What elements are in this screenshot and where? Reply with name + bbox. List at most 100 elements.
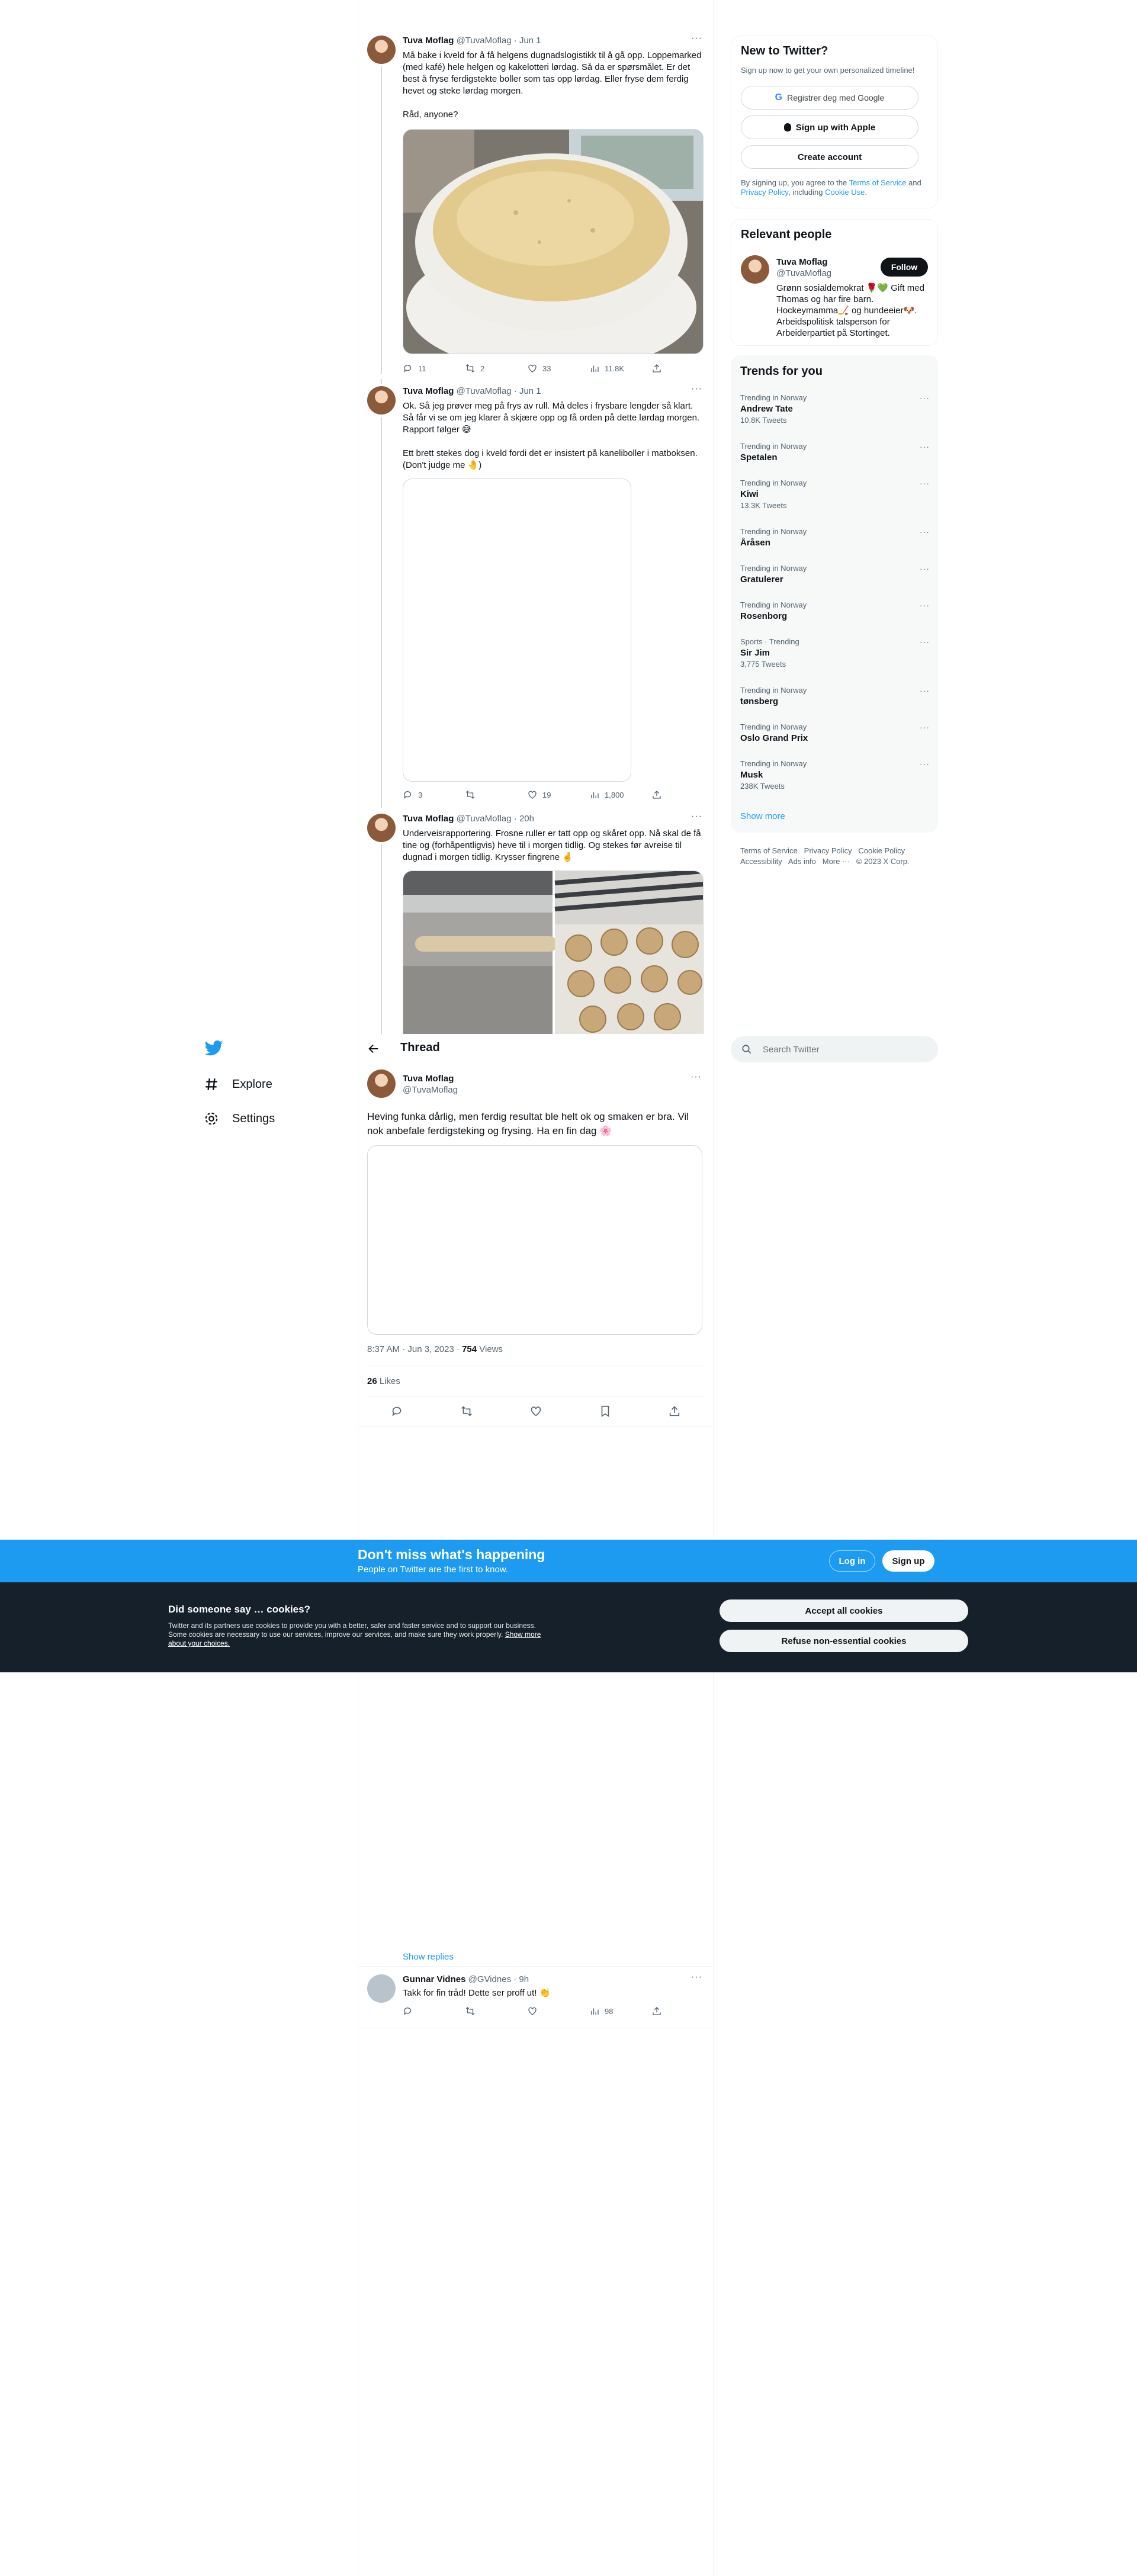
reply-tweet[interactable]: Gunnar Vidnes @GVidnes · 9h ··· Takk for…	[358, 1972, 713, 2022]
author-name[interactable]: Tuva Moflag	[403, 386, 454, 396]
like-button[interactable]	[527, 2005, 579, 2017]
create-account-button[interactable]: Create account	[741, 145, 918, 169]
author-name[interactable]: Gunnar Vidnes	[403, 1974, 465, 1984]
author-name[interactable]: Tuva Moflag	[403, 814, 454, 824]
trend-item[interactable]: Trending in Norway Spetalen ···	[740, 442, 930, 464]
more-icon[interactable]: ···	[691, 811, 702, 822]
accept-cookies-button[interactable]: Accept all cookies	[720, 1599, 968, 1622]
trend-item[interactable]: Trending in Norway tønsberg ···	[740, 686, 930, 708]
reply-icon[interactable]	[391, 1405, 404, 1418]
reply-button[interactable]: 3	[403, 789, 455, 801]
more-icon[interactable]: ···	[920, 442, 930, 451]
search-box[interactable]	[731, 1036, 938, 1062]
show-more-link[interactable]: Show more	[740, 811, 785, 821]
trend-item[interactable]: Sports · Trending Sir Jim 3,775 Tweets ···	[740, 637, 930, 669]
footer-cookie[interactable]: Cookie Policy	[858, 846, 905, 855]
tweet-time[interactable]: · Jun 1	[514, 386, 541, 396]
retweet-button[interactable]	[465, 789, 517, 801]
share-button[interactable]	[651, 2005, 663, 2017]
views-button[interactable]: 1,800	[589, 789, 641, 801]
trend-item[interactable]: Trending in Norway Åråsen ···	[740, 527, 930, 550]
author-handle[interactable]: @TuvaMoflag	[457, 814, 512, 824]
apple-signup-button[interactable]: Sign up with Apple	[741, 115, 918, 139]
likes-stat[interactable]: 26 Likes	[367, 1376, 400, 1386]
heart-icon[interactable]	[529, 1405, 542, 1418]
trend-item[interactable]: Trending in Norway Andrew Tate 10.8K Tweet…	[740, 393, 930, 425]
tweet-timestamp[interactable]: 8:37 AM · Jun 3, 2023 ·	[367, 1344, 462, 1354]
retweet-icon[interactable]	[460, 1405, 473, 1418]
nav-settings[interactable]: Settings	[204, 1111, 275, 1126]
tweet-photo-grid[interactable]	[403, 871, 704, 1034]
footer-privacy[interactable]: Privacy Policy	[804, 846, 852, 855]
share-button[interactable]	[651, 789, 663, 801]
login-button[interactable]: Log in	[829, 1550, 875, 1572]
trend-item[interactable]: Trending in Norway Kiwi 13.3K Tweets ···	[740, 478, 930, 510]
tweet-photo-dough-bowl[interactable]	[403, 129, 704, 354]
avatar[interactable]	[367, 1974, 396, 2003]
trend-item[interactable]: Trending in Norway Rosenborg ···	[740, 600, 930, 623]
cookie-use-link[interactable]: Cookie Use	[825, 188, 865, 197]
more-icon[interactable]: ···	[920, 527, 930, 537]
more-icon[interactable]: ···	[920, 393, 930, 403]
retweet-button[interactable]	[465, 2005, 517, 2017]
views-button[interactable]: 98	[589, 2005, 641, 2017]
avatar[interactable]	[367, 1069, 396, 1098]
author-handle[interactable]: @TuvaMoflag	[457, 386, 512, 396]
tweet-3[interactable]: Tuva Moflag @TuvaMoflag · 20h ··· Underv…	[358, 811, 713, 1034]
more-icon[interactable]: ···	[691, 384, 702, 394]
share-icon[interactable]	[668, 1405, 681, 1418]
more-icon[interactable]: ···	[920, 564, 930, 573]
avatar[interactable]	[367, 36, 396, 64]
back-arrow-icon[interactable]	[367, 1042, 381, 1055]
search-input[interactable]	[763, 1042, 923, 1056]
google-signup-button[interactable]: G Registrer deg med Google	[741, 86, 918, 110]
reply-button[interactable]	[403, 2005, 455, 2017]
footer-ads[interactable]: Ads info	[788, 857, 816, 866]
tweet-time[interactable]: · 9h	[513, 1974, 529, 1984]
avatar[interactable]	[367, 814, 396, 842]
more-icon[interactable]: ···	[920, 722, 930, 732]
tweet-1[interactable]: Tuva Moflag @TuvaMoflag · Jun 1 ··· Må b…	[358, 33, 713, 379]
avatar[interactable]	[741, 255, 769, 284]
more-icon[interactable]: ···	[920, 600, 930, 610]
views-button[interactable]: 11.8K	[589, 362, 641, 374]
tweet-media-placeholder[interactable]	[403, 478, 631, 782]
trend-item[interactable]: Trending in Norway Oslo Grand Prix ···	[740, 722, 930, 745]
more-icon[interactable]: ···	[690, 1072, 1126, 1083]
privacy-link[interactable]: Privacy Policy	[741, 188, 788, 197]
twitter-logo-icon[interactable]	[204, 1040, 224, 1058]
more-icon[interactable]: ···	[691, 33, 702, 44]
reply-button[interactable]: 11	[403, 362, 455, 374]
more-icon[interactable]: ···	[920, 478, 930, 488]
nav-explore[interactable]: Explore	[204, 1077, 272, 1092]
author-name[interactable]: Tuva Moflag	[403, 1073, 458, 1084]
like-button[interactable]: 33	[527, 362, 579, 374]
signup-button[interactable]: Sign up	[882, 1550, 934, 1572]
follow-button[interactable]: Follow	[881, 258, 928, 277]
more-icon[interactable]: ···	[691, 1972, 702, 1983]
trend-item[interactable]: Trending in Norway Gratulerer ···	[740, 564, 930, 586]
footer-terms[interactable]: Terms of Service	[740, 846, 798, 855]
retweet-button[interactable]: 2	[465, 362, 517, 374]
author-handle[interactable]: @GVidnes	[468, 1974, 512, 1984]
tweet-time[interactable]: · 20h	[514, 814, 534, 824]
main-tweet-media[interactable]	[367, 1145, 702, 1335]
more-icon[interactable]: ···	[920, 686, 930, 695]
trend-item[interactable]: Trending in Norway Musk 238K Tweets ···	[740, 759, 930, 791]
author-name[interactable]: Tuva Moflag	[403, 36, 454, 46]
author-handle[interactable]: @TuvaMoflag	[457, 36, 512, 46]
more-icon[interactable]: ···	[920, 759, 930, 769]
avatar[interactable]	[367, 386, 396, 415]
refuse-cookies-button[interactable]: Refuse non-essential cookies	[720, 1630, 968, 1652]
terms-link[interactable]: Terms of Service	[849, 178, 907, 187]
show-replies-link[interactable]: Show replies	[403, 1952, 454, 1962]
share-button[interactable]	[651, 362, 663, 374]
footer-accessibility[interactable]: Accessibility	[740, 857, 782, 866]
footer-more[interactable]: More ···	[823, 857, 850, 866]
tweet-time[interactable]: · Jun 1	[514, 36, 541, 46]
like-button[interactable]: 19	[527, 789, 579, 801]
bookmark-icon[interactable]	[599, 1405, 612, 1418]
more-icon[interactable]: ···	[920, 637, 930, 647]
relevant-user[interactable]: Tuva Moflag @TuvaMoflag	[776, 256, 831, 279]
author-handle[interactable]: @TuvaMoflag	[403, 1084, 458, 1096]
